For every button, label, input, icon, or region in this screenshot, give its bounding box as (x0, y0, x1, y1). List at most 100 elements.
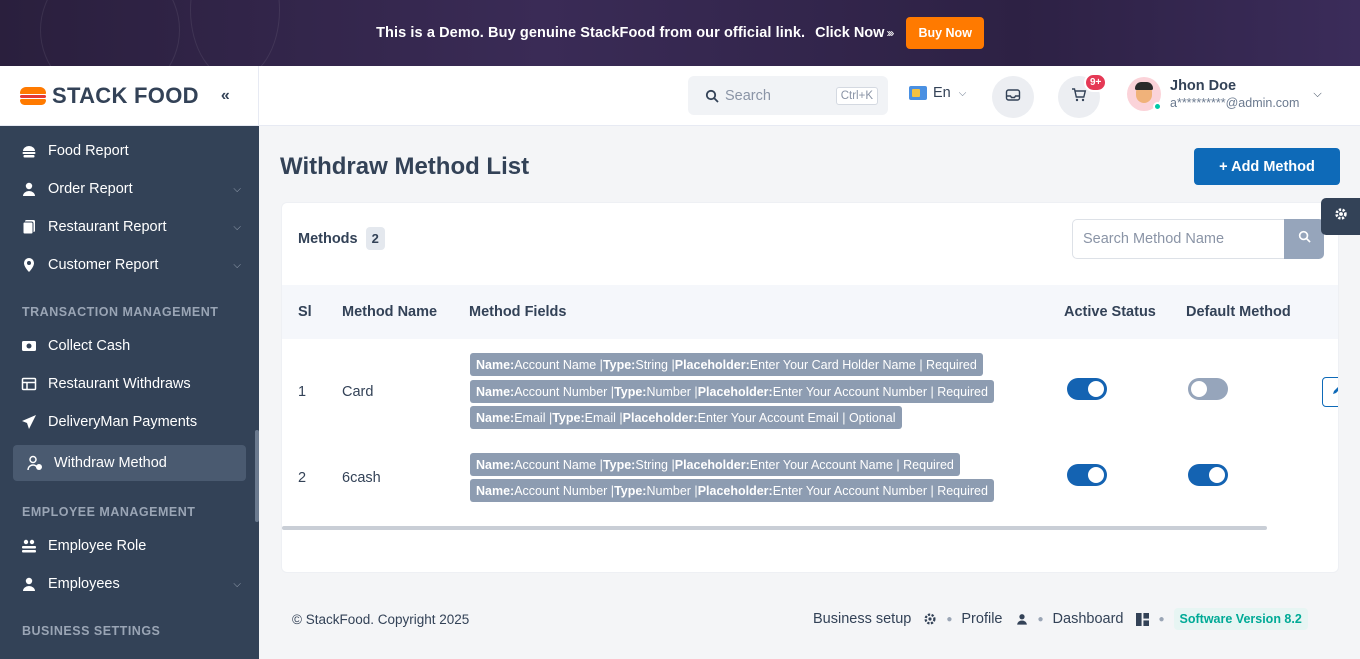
methods-label: Methods (298, 230, 358, 247)
footer-link-business-setup[interactable]: Business setup (813, 611, 937, 627)
dashboard-icon (1135, 612, 1149, 626)
column-header-default-method: Default Method (1186, 304, 1291, 320)
separator-dot: ● (946, 613, 953, 625)
translate-icon (909, 86, 927, 100)
default-method-toggle[interactable] (1188, 378, 1228, 400)
team-icon (21, 538, 37, 554)
messages-button[interactable] (992, 76, 1034, 118)
language-label: En (933, 85, 951, 101)
column-header-method-fields: Method Fields (469, 304, 567, 320)
sidebar-item-deliveryman-payments[interactable]: DeliveryMan Payments (0, 403, 259, 441)
footer-link-label: Dashboard (1052, 611, 1124, 627)
sidebar-item-customer-report[interactable]: Customer Report ⌵ (0, 246, 259, 284)
online-status-icon (1153, 102, 1162, 111)
software-version-badge: Software Version 8.2 (1173, 608, 1308, 630)
default-method-toggle[interactable] (1188, 464, 1228, 486)
sidebar-item-label: Restaurant Report (48, 219, 167, 235)
gear-icon (923, 612, 937, 626)
add-method-button[interactable]: + Add Method (1194, 148, 1340, 185)
side-menu: Food Report Order Report ⌵ Restaurant Re… (0, 126, 259, 641)
location-pin-icon (21, 257, 37, 273)
search-placeholder: Search (725, 87, 771, 104)
user-menu[interactable]: Jhon Doe a**********@admin.com ⌵ (1127, 77, 1322, 111)
column-header-sl: Sl (298, 304, 312, 320)
pencil-icon (1331, 383, 1338, 401)
banner-decoration (40, 0, 180, 66)
separator-dot: ● (1037, 613, 1044, 625)
sidebar-item-food-report[interactable]: Food Report (0, 132, 259, 170)
sidebar-item-restaurant-withdraws[interactable]: Restaurant Withdraws (0, 365, 259, 403)
cash-icon (21, 338, 37, 354)
banner-decoration (190, 0, 280, 66)
sidebar-item-label: Food Report (48, 143, 129, 159)
active-status-toggle[interactable] (1067, 464, 1107, 486)
document-icon (21, 219, 37, 235)
sidebar-item-collect-cash[interactable]: Collect Cash (0, 327, 259, 365)
sidebar-item-label: Employee Role (48, 538, 147, 554)
click-now-link[interactable]: Click Now (815, 25, 884, 41)
section-title-employee: EMPLOYEE MANAGEMENT (22, 505, 196, 519)
top-header: Search Ctrl+K En ⌵ 9+ Jhon Doe a********… (259, 66, 1360, 126)
chevron-down-icon: ⌵ (233, 259, 241, 271)
language-selector[interactable]: En ⌵ (909, 85, 966, 101)
active-status-toggle[interactable] (1067, 378, 1107, 400)
table-horizontal-scrollbar[interactable] (282, 526, 1267, 530)
row-method-name: 6cash (342, 470, 381, 486)
send-icon (21, 414, 37, 430)
user-name: Jhon Doe (1170, 78, 1237, 94)
sidebar-item-restaurant-report[interactable]: Restaurant Report ⌵ (0, 208, 259, 246)
sidebar-item-employee-role[interactable]: Employee Role (0, 527, 259, 565)
settings-panel-button[interactable] (1321, 198, 1360, 235)
footer-link-label: Profile (961, 611, 1003, 627)
brand-logo[interactable]: STACK FOOD (20, 83, 199, 109)
user-email: a**********@admin.com (1170, 96, 1300, 110)
buy-now-button[interactable]: Buy Now (906, 17, 984, 49)
methods-header: Methods 2 (298, 227, 385, 250)
page-title: Withdraw Method List (280, 153, 530, 180)
brand-bar: STACK FOOD « (0, 66, 259, 126)
message-icon (1005, 87, 1021, 108)
cart-button[interactable]: 9+ (1058, 73, 1108, 118)
sidebar-item-withdraw-method[interactable]: Withdraw Method (13, 445, 246, 481)
chevron-down-icon: ⌵ (1313, 87, 1322, 100)
global-search[interactable]: Search Ctrl+K (688, 76, 888, 115)
search-icon (1298, 230, 1311, 248)
chevron-down-icon: ⌵ (958, 87, 967, 99)
table-icon (21, 376, 37, 392)
user-icon (21, 181, 37, 197)
footer-link-dashboard[interactable]: Dashboard (1053, 611, 1150, 627)
edit-button[interactable] (1322, 377, 1338, 407)
user-icon (21, 576, 37, 592)
methods-card: Methods 2 Sl Method Name Method Fields A… (281, 202, 1339, 573)
sidebar-item-label: Employees (48, 576, 120, 592)
sidebar: STACK FOOD « Food Report Order Report ⌵ … (0, 66, 259, 659)
sidebar-item-order-report[interactable]: Order Report ⌵ (0, 170, 259, 208)
method-field-chip: Name: Account Name | Type: String | Plac… (470, 353, 983, 376)
chevron-down-icon: ⌵ (233, 578, 241, 590)
sidebar-scrollbar[interactable] (255, 430, 259, 522)
banner-text: This is a Demo. Buy genuine StackFood fr… (376, 25, 806, 41)
demo-banner: This is a Demo. Buy genuine StackFood fr… (0, 0, 1360, 66)
method-search-button[interactable] (1284, 219, 1324, 259)
brand-name: STACK FOOD (52, 82, 199, 108)
sidebar-item-label: DeliveryMan Payments (48, 414, 198, 430)
method-search-input[interactable] (1072, 219, 1284, 259)
sidebar-item-employees[interactable]: Employees ⌵ (0, 565, 259, 603)
gear-icon (1334, 207, 1348, 226)
section-title-transaction: TRANSACTION MANAGEMENT (22, 305, 219, 319)
burger-logo-icon (20, 86, 46, 105)
food-report-icon (21, 143, 37, 159)
search-shortcut: Ctrl+K (835, 86, 878, 105)
method-field-chip: Name: Email | Type: Email | Placeholder:… (470, 406, 902, 429)
copyright-text: © StackFood. Copyright 2025 (292, 612, 470, 627)
chevron-down-icon: ⌵ (233, 183, 241, 195)
column-header-method-name: Method Name (342, 304, 438, 320)
sidebar-item-label: Collect Cash (48, 338, 131, 354)
sidebar-item-label: Order Report (48, 181, 133, 197)
sidebar-item-label: Customer Report (48, 257, 159, 273)
footer-link-profile[interactable]: Profile (961, 611, 1028, 627)
footer-links: Business setup ● Profile ● Dashboard ● S… (813, 606, 1308, 632)
collapse-sidebar-icon[interactable]: « (221, 87, 230, 105)
methods-count-badge: 2 (365, 227, 385, 250)
user-cash-icon (27, 455, 43, 471)
